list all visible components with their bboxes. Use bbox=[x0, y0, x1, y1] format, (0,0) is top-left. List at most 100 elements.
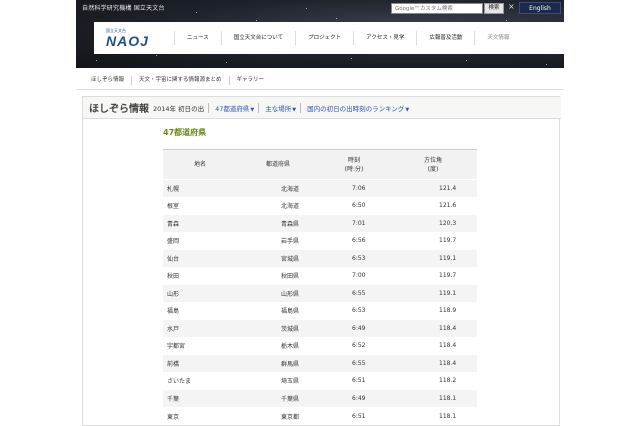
cell-azimuth: 118.9 bbox=[389, 301, 477, 320]
table-row: 秋田 秋田県 7:00 119.7 bbox=[163, 266, 477, 285]
nav-menu: ニュース 国立天文台について プロジェクト アクセス・見学 広報普及活動 天文情… bbox=[174, 22, 521, 54]
star-dot bbox=[546, 64, 547, 65]
table-row: 青森 青森県 7:01 120.3 bbox=[163, 214, 477, 232]
cell-time: 7:06 bbox=[319, 179, 389, 197]
cell-azimuth: 118.1 bbox=[389, 389, 477, 407]
table-row: 山形 山形県 6:55 119.1 bbox=[163, 284, 477, 302]
subnav-item-gallery[interactable]: ギャラリー bbox=[228, 76, 272, 85]
table-row: 前橋 群馬県 6:55 118.4 bbox=[163, 354, 477, 372]
table-row: 宇都宮 栃木県 6:52 118.4 bbox=[163, 336, 477, 355]
nav-item-news[interactable]: ニュース bbox=[174, 31, 221, 45]
star-dot bbox=[96, 60, 97, 61]
cell-place: 仙台 bbox=[163, 249, 237, 267]
cell-place: 水戸 bbox=[163, 319, 237, 337]
cell-prefecture: 岩手県 bbox=[237, 231, 319, 250]
cell-prefecture: 東京都 bbox=[237, 406, 319, 425]
subnav-item-resources[interactable]: 天文・宇宙に関する情報源まとめ bbox=[131, 76, 229, 85]
cell-place: 東京 bbox=[163, 406, 237, 425]
cell-prefecture: 栃木県 bbox=[237, 336, 319, 355]
naoj-logo[interactable]: 国立天文台 NAOJ bbox=[104, 26, 164, 52]
cell-time: 7:00 bbox=[319, 266, 389, 285]
chevron-down-icon: ▼ bbox=[292, 106, 297, 113]
cell-azimuth: 121.4 bbox=[389, 179, 477, 197]
header-azimuth: 方位角 (度) bbox=[389, 149, 477, 180]
cell-time: 6:52 bbox=[319, 336, 389, 355]
cell-azimuth: 120.3 bbox=[389, 214, 477, 232]
site-header: 自然科学研究機構 国立天文台 検索 × English 国立天文台 NAOJ ニ… bbox=[76, 0, 564, 68]
cell-place: 山形 bbox=[163, 284, 237, 302]
cell-prefecture: 青森県 bbox=[237, 214, 319, 232]
cell-prefecture: 群馬県 bbox=[237, 354, 319, 372]
cell-prefecture: 北海道 bbox=[237, 179, 319, 197]
header-place: 地名 bbox=[163, 149, 237, 180]
cell-time: 6:56 bbox=[319, 231, 389, 250]
dropdown-ranking[interactable]: 国内の初日の出時刻のランキング▼ bbox=[307, 103, 409, 113]
section-title: ほしぞら情報 bbox=[89, 104, 149, 115]
cell-azimuth: 119.7 bbox=[389, 231, 477, 250]
sub-navigation: ほしぞら情報 天文・宇宙に関する情報源まとめ ギャラリー bbox=[76, 72, 564, 90]
table-row: 水戸 茨城県 6:49 118.4 bbox=[163, 319, 477, 337]
dropdown-main-places[interactable]: 主な場所▼ bbox=[265, 103, 296, 113]
search-input[interactable] bbox=[392, 4, 482, 14]
star-dot bbox=[351, 58, 352, 59]
table-header-row: 地名 都道府県 時刻 (時:分) 方位角 (度) bbox=[163, 149, 477, 180]
star-dot bbox=[256, 20, 257, 21]
cell-time: 6:53 bbox=[319, 301, 389, 320]
cell-prefecture: 山形県 bbox=[237, 284, 319, 302]
header-time: 時刻 (時:分) bbox=[319, 149, 389, 180]
chevron-down-icon: ▼ bbox=[250, 106, 255, 113]
year-label: 2014年 初日の出 bbox=[153, 104, 205, 113]
search-button[interactable]: 検索 bbox=[484, 3, 504, 14]
star-dot bbox=[466, 60, 467, 61]
cell-time: 6:49 bbox=[319, 389, 389, 407]
table-row: さいたま 埼玉県 6:51 118.2 bbox=[163, 371, 477, 390]
cell-time: 6:50 bbox=[319, 196, 389, 215]
logo-wordmark: NAOJ bbox=[106, 33, 149, 49]
cell-time: 7:01 bbox=[319, 214, 389, 232]
table-row: 札幌 北海道 7:06 121.4 bbox=[163, 179, 477, 197]
divider bbox=[258, 102, 260, 113]
dropdown-ranking-label: 国内の初日の出時刻のランキング bbox=[307, 104, 405, 113]
table-body: 札幌 北海道 7:06 121.4 根室 北海道 6:50 121.6 青森 青森県 7:01 120… bbox=[163, 179, 477, 425]
cell-place: 青森 bbox=[163, 214, 237, 232]
cell-prefecture: 福島県 bbox=[237, 301, 319, 320]
dropdown-prefectures[interactable]: 47都道府県▼ bbox=[215, 103, 254, 113]
nav-item-access[interactable]: アクセス・見学 bbox=[353, 31, 416, 45]
cell-azimuth: 119.7 bbox=[389, 266, 477, 285]
divider bbox=[208, 102, 210, 113]
cell-place: 盛岡 bbox=[163, 231, 237, 250]
table-row: 福島 福島県 6:53 118.9 bbox=[163, 301, 477, 320]
table-row: 仙台 宮城県 6:53 119.1 bbox=[163, 249, 477, 267]
table-heading: 47都道府県 bbox=[163, 128, 207, 137]
section-title-bar: ほしぞら情報 2014年 初日の出 47都道府県▼ 主な場所▼ 国内の初日の出時… bbox=[83, 97, 561, 119]
subnav-item-hoshizora[interactable]: ほしぞら情報 bbox=[84, 76, 131, 85]
cell-time: 6:53 bbox=[319, 249, 389, 267]
cell-prefecture: 千葉県 bbox=[237, 389, 319, 407]
nav-item-about[interactable]: 国立天文台について bbox=[220, 31, 295, 45]
nav-item-outreach[interactable]: 広報普及活動 bbox=[416, 31, 474, 45]
cell-prefecture: 秋田県 bbox=[237, 266, 319, 285]
organization-name: 自然科学研究機構 国立天文台 bbox=[82, 5, 165, 12]
cell-azimuth: 118.1 bbox=[389, 406, 477, 425]
sunrise-table: 地名 都道府県 時刻 (時:分) 方位角 (度) 札幌 北海道 7:06 121.4 根室北… bbox=[163, 149, 477, 425]
main-navbar: 国立天文台 NAOJ ニュース 国立天文台について プロジェクト アクセス・見学… bbox=[94, 22, 564, 54]
cell-azimuth: 119.1 bbox=[389, 249, 477, 267]
cell-azimuth: 118.2 bbox=[389, 371, 477, 390]
cell-place: 千葉 bbox=[163, 389, 237, 407]
star-dot bbox=[506, 20, 507, 21]
star-dot bbox=[226, 62, 227, 63]
english-button[interactable]: English bbox=[519, 2, 561, 14]
cell-prefecture: 宮城県 bbox=[237, 249, 319, 267]
star-dot bbox=[196, 12, 197, 13]
cell-place: さいたま bbox=[163, 371, 237, 390]
chevron-down-icon: ▼ bbox=[405, 106, 410, 113]
nav-item-astro-info[interactable]: 天文情報 bbox=[474, 31, 521, 45]
header-azimuth-unit: (度) bbox=[427, 165, 439, 173]
cell-place: 前橋 bbox=[163, 354, 237, 372]
table-row: 千葉 千葉県 6:49 118.1 bbox=[163, 389, 477, 407]
search-box[interactable] bbox=[391, 3, 483, 14]
nav-item-projects[interactable]: プロジェクト bbox=[295, 31, 353, 45]
dropdown-main-places-label: 主な場所 bbox=[265, 104, 292, 113]
dropdown-prefectures-label: 47都道府県 bbox=[215, 104, 250, 113]
close-icon[interactable]: × bbox=[508, 2, 515, 11]
